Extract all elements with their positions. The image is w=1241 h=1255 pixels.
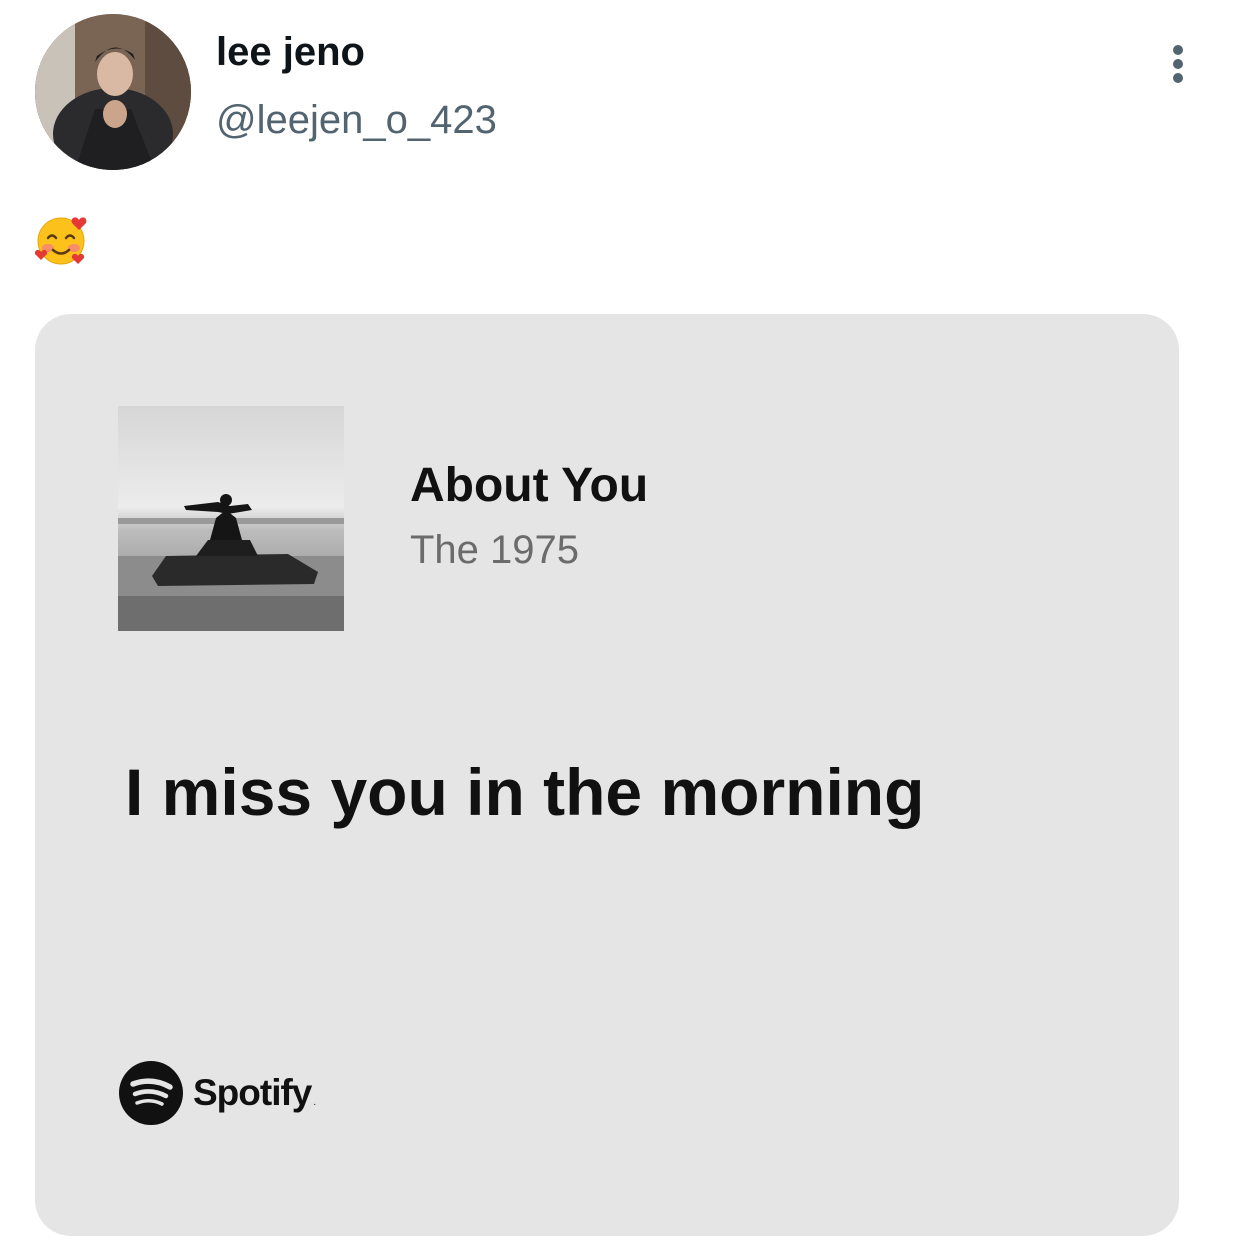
album-cover-photo — [118, 406, 344, 631]
profile-photo — [35, 14, 191, 170]
more-options-button[interactable] — [1158, 40, 1198, 88]
more-vertical-icon — [1173, 45, 1183, 83]
album-cover — [118, 406, 344, 631]
avatar[interactable] — [35, 14, 191, 170]
author-handle[interactable]: @leejen_o_423 — [216, 96, 497, 144]
spotify-logo-icon — [119, 1061, 183, 1125]
spotify-brand: Spotify. — [119, 1060, 316, 1126]
author-display-name[interactable]: lee jeno — [216, 28, 365, 76]
song-artist: The 1975 — [410, 528, 580, 572]
spotify-lyric-card[interactable]: About You The 1975 I miss you in the mor… — [35, 314, 1179, 1236]
lyric-text: I miss you in the morning — [125, 755, 925, 829]
spotify-wordmark: Spotify. — [193, 1072, 316, 1113]
smiling-face-with-hearts-emoji — [34, 210, 92, 268]
song-title: About You — [410, 459, 649, 512]
